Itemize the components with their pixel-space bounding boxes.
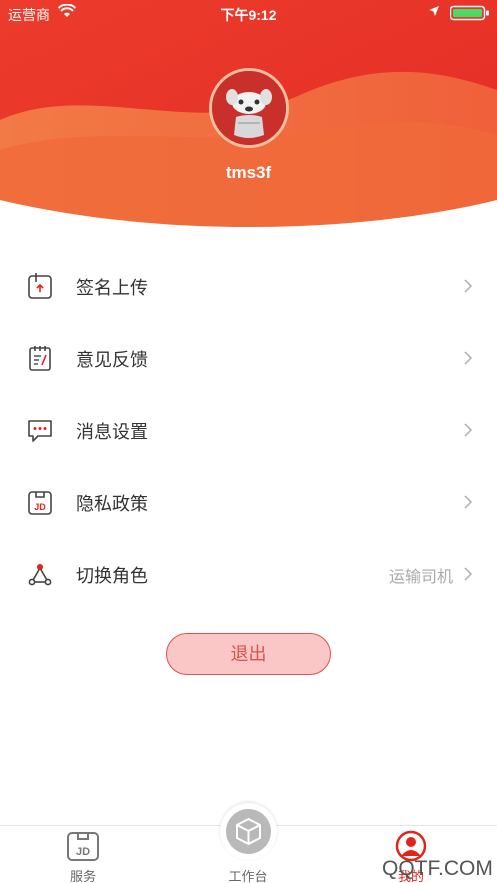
- jd-services-icon: JD: [67, 832, 99, 861]
- switch-role-icon: [28, 564, 52, 586]
- message-bubble-icon: [28, 420, 52, 442]
- workbench-circle: [226, 809, 271, 854]
- jd-dog-mascot-icon: [212, 71, 286, 145]
- menu-label: 签名上传: [76, 278, 148, 298]
- jd-privacy-icon: JD: [28, 491, 52, 515]
- profile-header: 运营商 下午9:12 tms3f: [0, 0, 497, 230]
- logout-button[interactable]: 退出: [166, 633, 331, 675]
- tab-services[interactable]: JD 服务: [23, 826, 143, 883]
- status-bar: 运营商 下午9:12: [0, 0, 497, 26]
- chevron-right-icon: [464, 351, 473, 365]
- signature-upload-icon: [28, 273, 52, 299]
- svg-text:JD: JD: [76, 846, 90, 858]
- current-role-value: 运输司机: [388, 569, 453, 586]
- location-arrow-icon: [429, 6, 439, 16]
- cube-box-icon: [236, 818, 261, 845]
- tab-label: 服务: [69, 869, 96, 883]
- menu-item-message-settings[interactable]: 消息设置: [0, 400, 497, 460]
- battery-icon: [450, 5, 489, 21]
- menu-item-privacy-policy[interactable]: JD 隐私政策: [0, 472, 497, 532]
- menu-label: 切换角色: [76, 566, 148, 586]
- watermark-text: QQTF.COM: [382, 857, 493, 880]
- chevron-right-icon: [464, 423, 473, 437]
- workbench-center-button[interactable]: [220, 803, 277, 860]
- menu-item-feedback[interactable]: 意见反馈: [0, 328, 497, 388]
- menu-label: 意见反馈: [76, 350, 148, 370]
- chevron-right-icon: [464, 567, 473, 581]
- username: tms3f: [225, 163, 272, 182]
- chevron-right-icon: [464, 279, 473, 293]
- tab-label: 工作台: [228, 869, 268, 883]
- menu-item-signature-upload[interactable]: 签名上传: [0, 256, 497, 316]
- menu-label: 消息设置: [76, 422, 148, 442]
- feedback-notepad-icon: [29, 346, 51, 371]
- avatar[interactable]: [209, 68, 289, 148]
- menu-label: 隐私政策: [76, 494, 148, 514]
- chevron-right-icon: [464, 495, 473, 509]
- svg-text:JD: JD: [34, 502, 46, 512]
- status-time: 下午9:12: [220, 7, 277, 23]
- menu-item-switch-role[interactable]: 切换角色 运输司机: [0, 544, 497, 604]
